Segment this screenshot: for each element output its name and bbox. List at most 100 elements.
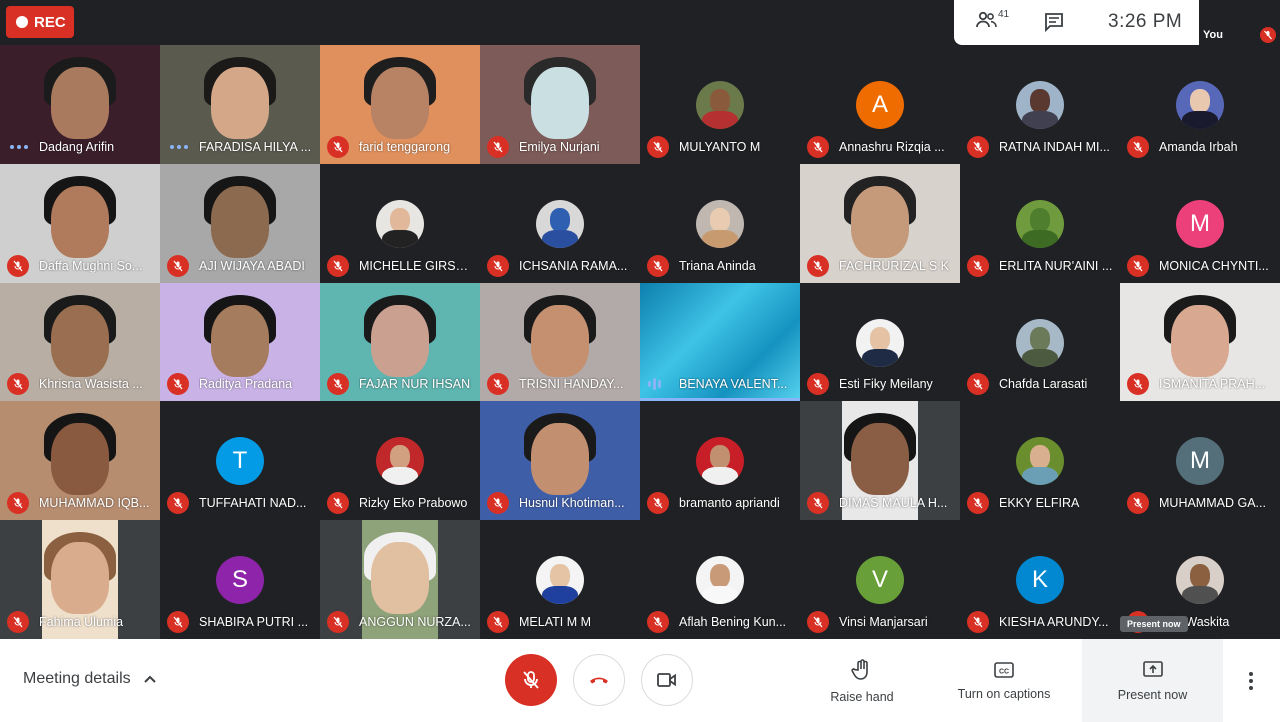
muted-mic-icon bbox=[1127, 135, 1149, 158]
face-shape bbox=[211, 67, 269, 139]
participant-name: Emilya Nurjani bbox=[519, 139, 600, 154]
profile-photo bbox=[1176, 81, 1224, 129]
face-shape bbox=[851, 423, 909, 496]
participant-tile[interactable]: ERLITA NUR'AINI ... bbox=[960, 163, 1120, 283]
participant-name: bramanto apriandi bbox=[679, 496, 780, 511]
participant-tile[interactable]: Chafda Larasati bbox=[960, 282, 1120, 402]
hang-up-icon bbox=[590, 677, 608, 684]
meeting-details-button[interactable]: Meeting details bbox=[23, 670, 157, 688]
muted-mic-icon bbox=[327, 254, 349, 277]
face-shape bbox=[51, 67, 109, 139]
participant-tile[interactable]: Emilya Nurjani bbox=[480, 45, 640, 164]
profile-photo bbox=[376, 437, 424, 486]
participant-tile[interactable]: ANGGUN NURZA... bbox=[320, 520, 480, 639]
participant-tile[interactable]: Esti Fiky Meilany bbox=[800, 282, 960, 402]
participant-name: Khrisna Wasista ... bbox=[39, 377, 143, 392]
muted-mic-icon bbox=[487, 254, 509, 277]
participant-tile[interactable]: Husnul Khotiman... bbox=[480, 401, 640, 521]
more-options-button[interactable] bbox=[1240, 669, 1262, 693]
participant-tile[interactable]: Dadang Arifin bbox=[0, 45, 160, 164]
initial-avatar: V bbox=[856, 556, 904, 605]
raise-hand-button[interactable]: Raise hand bbox=[812, 639, 912, 722]
captions-button[interactable]: CC Turn on captions bbox=[944, 639, 1064, 722]
participant-name: DIMAS MAULA H... bbox=[839, 496, 948, 511]
leave-call-button[interactable] bbox=[573, 654, 625, 706]
people-button[interactable]: 41 bbox=[976, 9, 1012, 35]
initial-avatar: A bbox=[856, 81, 904, 129]
participant-tile[interactable]: AJI WIJAYA ABADI bbox=[160, 163, 320, 283]
participant-tile[interactable]: S SHABIRA PUTRI ... bbox=[160, 520, 320, 639]
profile-photo bbox=[1016, 318, 1064, 367]
participant-name: RATNA INDAH MI... bbox=[999, 139, 1110, 154]
profile-photo bbox=[536, 556, 584, 605]
svg-text:CC: CC bbox=[999, 668, 1009, 675]
participant-grid: Dadang Arifin FARADISA HILYA ... farid ten… bbox=[0, 45, 1280, 639]
participant-tile[interactable]: A Annashru Rizqia ... bbox=[800, 45, 960, 164]
participant-name: BENAYA VALENT... bbox=[679, 377, 788, 392]
participant-tile[interactable]: MULYANTO M bbox=[640, 45, 800, 164]
profile-photo bbox=[696, 437, 744, 486]
profile-photo bbox=[536, 199, 584, 248]
participant-tile[interactable]: ICHSANIA RAMA... bbox=[480, 163, 640, 283]
participant-tile[interactable]: MUHAMMAD IQB... bbox=[0, 401, 160, 521]
muted-mic-icon bbox=[487, 135, 509, 158]
participant-tile[interactable]: MICHELLE GIRSA... bbox=[320, 163, 480, 283]
muted-mic-icon bbox=[7, 610, 29, 633]
participant-name: Triana Aninda bbox=[679, 258, 756, 273]
participant-tile[interactable]: EKKY ELFIRA bbox=[960, 401, 1120, 521]
participant-name: AJI WIJAYA ABADI bbox=[199, 258, 305, 273]
participant-name: TRISNI HANDAY... bbox=[519, 377, 624, 392]
participant-tile[interactable]: FARADISA HILYA ... bbox=[160, 45, 320, 164]
recording-label: REC bbox=[34, 13, 66, 31]
face-shape bbox=[51, 542, 109, 615]
participant-tile[interactable]: Aflah Bening Kun... bbox=[640, 520, 800, 639]
muted-mic-icon bbox=[647, 254, 669, 277]
participant-tile[interactable]: farid tenggarong bbox=[320, 45, 480, 164]
present-now-button[interactable]: Present now bbox=[1082, 639, 1223, 722]
muted-mic-icon bbox=[807, 135, 829, 158]
participant-name: FACHRURIZAL S K bbox=[839, 258, 949, 273]
participant-tile[interactable]: BENAYA VALENT... bbox=[640, 282, 800, 402]
participant-tile[interactable]: bramanto apriandi bbox=[640, 401, 800, 521]
participant-tile[interactable]: Triana Aninda bbox=[640, 163, 800, 283]
face-shape bbox=[531, 423, 589, 496]
bottom-toolbar: Meeting details Raise hand CC Turn on ca… bbox=[0, 639, 1280, 722]
participant-tile[interactable]: Raditya Pradana bbox=[160, 282, 320, 402]
participant-name: Daffa Mughni So... bbox=[39, 258, 143, 273]
profile-photo bbox=[1016, 437, 1064, 486]
participant-tile[interactable]: T TUFFAHATI NAD... bbox=[160, 401, 320, 521]
participant-tile[interactable]: K KIESHA ARUNDY... bbox=[960, 520, 1120, 639]
raise-hand-icon bbox=[851, 658, 868, 680]
camera-toggle-button[interactable] bbox=[641, 654, 693, 706]
face-shape bbox=[51, 304, 109, 377]
participant-name: Rizky Eko Prabowo bbox=[359, 496, 468, 511]
participant-tile[interactable]: Daffa Mughni So... bbox=[0, 163, 160, 283]
audio-dots-icon bbox=[10, 144, 28, 149]
participant-tile[interactable]: RATNA INDAH MI... bbox=[960, 45, 1120, 164]
face-shape bbox=[211, 304, 269, 377]
participant-name: FARADISA HILYA ... bbox=[199, 139, 312, 154]
chat-button[interactable] bbox=[1044, 12, 1064, 37]
participant-tile[interactable]: M MUHAMMAD GA... bbox=[1120, 401, 1280, 521]
participant-name: Dadang Arifin bbox=[39, 139, 115, 154]
microphone-toggle-button[interactable] bbox=[505, 654, 557, 706]
more-vert-icon bbox=[1249, 672, 1253, 676]
participant-tile[interactable]: Fahima Ulumia bbox=[0, 520, 160, 639]
participant-tile[interactable]: MELATI M M bbox=[480, 520, 640, 639]
participant-tile[interactable]: Khrisna Wasista ... bbox=[0, 282, 160, 402]
participant-name: MUHAMMAD IQB... bbox=[39, 496, 150, 511]
muted-mic-icon bbox=[167, 492, 189, 515]
participant-tile[interactable]: Amanda Irbah bbox=[1120, 45, 1280, 164]
muted-mic-icon bbox=[487, 610, 509, 633]
participant-tile[interactable]: V Vinsi Manjarsari bbox=[800, 520, 960, 639]
self-view-tile[interactable]: You bbox=[1199, 0, 1280, 45]
participant-tile[interactable]: DIMAS MAULA H... bbox=[800, 401, 960, 521]
participant-tile[interactable]: TRISNI HANDAY... bbox=[480, 282, 640, 402]
initial-avatar: T bbox=[216, 437, 264, 486]
participant-tile[interactable]: Rizky Eko Prabowo bbox=[320, 401, 480, 521]
initial-avatar: M bbox=[1176, 437, 1224, 486]
participant-tile[interactable]: FACHRURIZAL S K bbox=[800, 163, 960, 283]
participant-tile[interactable]: M MONICA CHYNTI... bbox=[1120, 163, 1280, 283]
participant-tile[interactable]: ISMANITA PRAH... bbox=[1120, 282, 1280, 402]
participant-tile[interactable]: FAJAR NUR IHSAN bbox=[320, 282, 480, 402]
